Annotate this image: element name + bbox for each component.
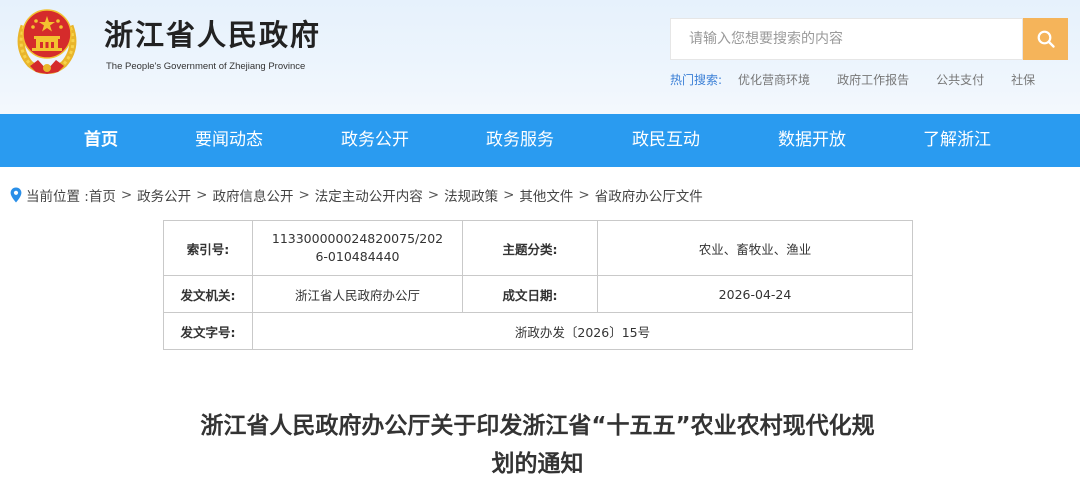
national-emblem-icon[interactable] <box>14 4 80 76</box>
site-header: 浙江省人民政府 The People's Government of Zheji… <box>0 0 1080 114</box>
main-nav: 首页 要闻动态 政务公开 政务服务 政民互动 数据开放 了解浙江 <box>0 114 1080 167</box>
date-label: 成文日期: <box>462 275 598 313</box>
doc-number-value: 浙政办发〔2026〕15号 <box>252 312 913 350</box>
table-row: 索引号: 113300000024820075/2026-010484440 主… <box>163 220 913 276</box>
nav-item-gov-affairs[interactable]: 政务公开 <box>341 114 409 167</box>
breadcrumb: 当前位置 : 首页 > 政务公开 > 政府信息公开 > 法定主动公开内容 > 法… <box>10 185 703 205</box>
nav-item-home[interactable]: 首页 <box>84 114 118 167</box>
topic-label: 主题分类: <box>462 220 598 276</box>
nav-item-services[interactable]: 政务服务 <box>486 114 554 167</box>
breadcrumb-item[interactable]: 法定主动公开内容 <box>315 185 423 205</box>
issuer-label: 发文机关: <box>163 275 253 313</box>
document-meta-table: 索引号: 113300000024820075/2026-010484440 主… <box>163 220 913 350</box>
topic-value: 农业、畜牧业、渔业 <box>597 220 913 276</box>
hot-search-bar: 热门搜索: 优化营商环境 政府工作报告 公共支付 社保 <box>670 71 1062 88</box>
breadcrumb-prefix: 当前位置 : <box>26 189 89 205</box>
breadcrumb-separator: > <box>120 187 133 203</box>
article-title: 浙江省人民政府办公厅关于印发浙江省“十五五”农业农村现代化规 划的通知 <box>150 407 925 483</box>
location-pin-icon <box>10 187 22 203</box>
nav-item-open-data[interactable]: 数据开放 <box>778 114 846 167</box>
index-value: 113300000024820075/2026-010484440 <box>252 220 463 276</box>
breadcrumb-separator: > <box>196 187 208 203</box>
hot-search-link[interactable]: 社保 <box>1011 71 1035 88</box>
search-box <box>670 18 1023 60</box>
search-button[interactable] <box>1023 18 1068 60</box>
search-input[interactable] <box>671 19 1022 59</box>
hot-search-label: 热门搜索: <box>670 73 723 87</box>
date-value: 2026-04-24 <box>597 275 913 313</box>
hot-search-link[interactable]: 政府工作报告 <box>837 71 909 88</box>
search-icon <box>1037 30 1055 48</box>
breadcrumb-separator: > <box>298 187 310 203</box>
issuer-value: 浙江省人民政府办公厅 <box>252 275 463 313</box>
breadcrumb-separator: > <box>427 187 440 203</box>
nav-item-about[interactable]: 了解浙江 <box>923 114 991 167</box>
hot-search-link[interactable]: 优化营商环境 <box>738 71 810 88</box>
breadcrumb-item[interactable]: 其他文件 <box>519 185 573 205</box>
article-title-line: 浙江省人民政府办公厅关于印发浙江省“十五五”农业农村现代化规 <box>200 413 875 439</box>
table-row: 发文字号: 浙政办发〔2026〕15号 <box>163 312 913 350</box>
breadcrumb-item[interactable]: 政务公开 <box>137 185 191 205</box>
site-subtitle: The People's Government of Zhejiang Prov… <box>106 61 306 72</box>
nav-item-interaction[interactable]: 政民互动 <box>632 114 700 167</box>
site-title: 浙江省人民政府 <box>104 18 322 52</box>
breadcrumb-item[interactable]: 首页 <box>89 185 116 205</box>
index-value-text: 113300000024820075/2026-010484440 <box>271 231 444 264</box>
breadcrumb-separator: > <box>578 187 590 203</box>
table-row: 发文机关: 浙江省人民政府办公厅 成文日期: 2026-04-24 <box>163 275 913 313</box>
hot-search-link[interactable]: 公共支付 <box>936 71 984 88</box>
breadcrumb-item[interactable]: 法规政策 <box>444 185 498 205</box>
breadcrumb-item[interactable]: 政府信息公开 <box>212 185 293 205</box>
index-label: 索引号: <box>163 220 253 276</box>
breadcrumb-separator: > <box>503 187 515 203</box>
article-title-line: 划的通知 <box>491 451 584 477</box>
nav-item-news[interactable]: 要闻动态 <box>195 114 263 167</box>
breadcrumb-item[interactable]: 省政府办公厅文件 <box>595 185 703 205</box>
doc-number-label: 发文字号: <box>163 312 253 350</box>
